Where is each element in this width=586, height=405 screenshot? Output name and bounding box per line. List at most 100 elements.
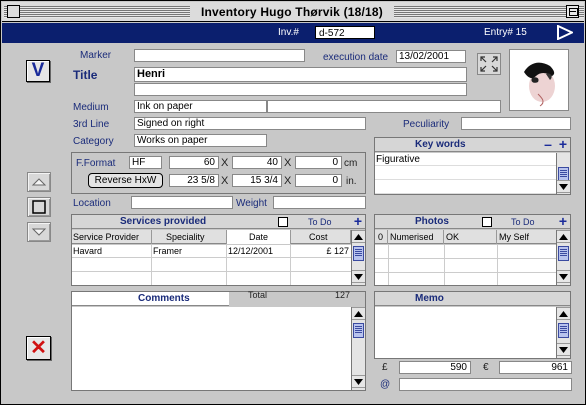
width-in-field[interactable]: 15 3/4 (232, 174, 282, 187)
title-field[interactable]: Henri (134, 67, 467, 82)
date-column[interactable]: Date (227, 230, 291, 244)
photos-table[interactable] (375, 245, 556, 285)
scroll-thumb[interactable] (353, 246, 364, 261)
scroll-up-arrow[interactable] (352, 307, 365, 320)
email-field[interactable] (399, 378, 572, 391)
scroll-up-arrow[interactable] (557, 307, 570, 320)
marker-field[interactable] (134, 49, 305, 62)
close-box-icon[interactable] (7, 5, 20, 18)
services-title: Services provided (120, 216, 207, 227)
photo-count-column[interactable]: 0 (375, 230, 388, 244)
next-arrow-icon[interactable] (557, 25, 573, 40)
scroll-down-arrow[interactable] (352, 375, 365, 388)
service-provider-column[interactable]: Service Provider (72, 230, 152, 244)
medium-field-2[interactable] (267, 100, 501, 113)
scroll-down-arrow[interactable] (557, 180, 570, 193)
inv-number-label: Inv.# (278, 27, 299, 38)
remove-keyword-button[interactable]: – (542, 137, 554, 151)
depth-in-field[interactable]: 0 (295, 174, 342, 187)
keywords-header (375, 138, 570, 152)
photos-scrollbar[interactable] (556, 230, 570, 285)
next-record-button[interactable] (27, 222, 51, 242)
inv-number-field[interactable]: d-572 (315, 26, 375, 39)
artwork-image (524, 62, 555, 107)
execution-date-label: execution date (323, 52, 389, 63)
myself-column[interactable]: My Self (497, 230, 556, 244)
medium-field[interactable]: Ink on paper (134, 100, 267, 113)
scroll-thumb[interactable] (558, 323, 569, 338)
table-row[interactable]: Havard Framer 12/12/2001 £ 127 (72, 245, 351, 258)
column-divider (497, 245, 498, 285)
title-bar[interactable]: Inventory Hugo Thørvik (18/18) (2, 2, 584, 22)
validate-button[interactable]: V (26, 60, 50, 82)
marker-label: Marker (80, 50, 112, 61)
numerised-column[interactable]: Numerised (388, 230, 444, 244)
format-value-field[interactable]: HF (129, 156, 162, 169)
memo-title: Memo (415, 293, 444, 304)
add-photo-button[interactable]: + (557, 214, 569, 228)
services-scrollbar[interactable] (351, 230, 365, 285)
scroll-up-arrow[interactable] (352, 230, 365, 243)
keyword-empty-row (375, 181, 556, 194)
euro-price-field[interactable]: 961 (499, 361, 572, 374)
memo-scrollbar[interactable] (556, 307, 570, 358)
peculiarity-field[interactable] (461, 117, 571, 130)
up-arrow-icon (31, 178, 47, 186)
execution-date-field[interactable]: 13/02/2001 (396, 50, 466, 63)
services-todo-label: To Do (308, 217, 332, 227)
comments-scrollbar[interactable] (351, 307, 365, 390)
keyword-item[interactable]: Figurative (375, 153, 556, 166)
scroll-thumb[interactable] (558, 246, 569, 261)
services-panel: Services provided To Do + Service Provid… (71, 214, 366, 286)
previous-record-button[interactable] (27, 172, 51, 192)
column-divider (226, 245, 227, 285)
weight-field[interactable] (273, 196, 366, 209)
category-label: Category (73, 136, 114, 147)
expand-icon[interactable] (477, 53, 501, 75)
stop-button[interactable] (27, 197, 51, 217)
scroll-down-arrow[interactable] (557, 343, 570, 356)
scroll-down-arrow[interactable] (352, 270, 365, 283)
height-cm-field[interactable]: 60 (169, 156, 219, 169)
inventory-window: Inventory Hugo Thørvik (18/18) Inv.# d-5… (0, 0, 586, 405)
width-cm-field[interactable]: 40 (232, 156, 282, 169)
location-field[interactable] (131, 196, 233, 209)
pound-price-field[interactable]: 590 (399, 361, 471, 374)
third-line-field[interactable]: Signed on right (134, 117, 366, 130)
memo-textarea[interactable] (375, 307, 556, 358)
speciality-column[interactable]: Speciality (152, 230, 227, 244)
cost-cell: £ 127 (326, 246, 349, 256)
scroll-thumb[interactable] (353, 323, 364, 338)
depth-cm-field[interactable]: 0 (295, 156, 342, 169)
column-divider (151, 245, 152, 285)
times-label: X (221, 175, 229, 187)
add-service-button[interactable]: + (352, 214, 364, 228)
photos-header (375, 215, 570, 229)
down-arrow-icon (31, 228, 47, 236)
photos-todo-checkbox[interactable] (482, 217, 492, 227)
cost-column[interactable]: Cost (291, 230, 351, 244)
table-row-empty (72, 259, 351, 272)
keywords-list[interactable]: Figurative (375, 153, 556, 194)
delete-record-button[interactable]: ✕ (26, 336, 51, 360)
services-table[interactable]: Havard Framer 12/12/2001 £ 127 (72, 245, 351, 285)
services-todo-checkbox[interactable] (278, 217, 288, 227)
comments-textarea[interactable] (72, 307, 351, 390)
photos-title: Photos (415, 216, 449, 227)
zoom-box-icon[interactable] (566, 5, 579, 18)
speciality-cell: Framer (153, 246, 182, 256)
category-field[interactable]: Works on paper (134, 134, 267, 147)
title-line2-field[interactable] (134, 83, 467, 96)
scroll-up-arrow[interactable] (557, 230, 570, 243)
keywords-scrollbar[interactable] (556, 153, 570, 194)
medium-label: Medium (73, 102, 109, 113)
pound-symbol: £ (382, 362, 388, 373)
add-keyword-button[interactable]: + (557, 137, 569, 151)
ok-column[interactable]: OK (444, 230, 497, 244)
height-in-field[interactable]: 23 5/8 (169, 174, 219, 187)
artwork-thumbnail[interactable] (509, 49, 569, 111)
column-divider (444, 245, 445, 285)
scroll-down-arrow[interactable] (557, 270, 570, 283)
reverse-hxw-button[interactable]: Reverse HxW (88, 173, 163, 188)
times-label: X (284, 175, 292, 187)
